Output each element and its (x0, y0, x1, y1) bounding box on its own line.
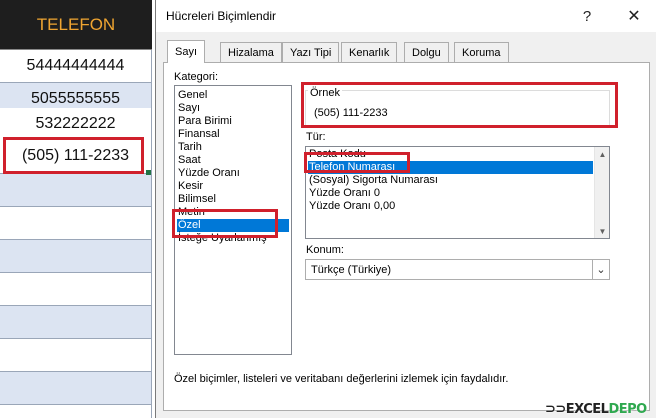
format-cells-dialog: Hücreleri Biçimlendir ? ✕ Sayı Hizalama … (155, 0, 656, 418)
category-item-istege-uyarlanmis[interactable]: İsteğe Uyarlanmış (177, 232, 289, 245)
type-item-posta-kodu[interactable]: Posta Kodu (308, 148, 593, 161)
cell-row-9[interactable] (0, 306, 152, 339)
cell-row-8[interactable] (0, 273, 152, 306)
spreadsheet-column: TELEFON 54444444444 5055555555 532222222… (0, 0, 152, 418)
tab-sayi[interactable]: Sayı (167, 40, 206, 63)
chevron-down-icon[interactable]: ⌄ (592, 260, 609, 279)
help-icon[interactable]: ? (576, 5, 598, 27)
type-item-yuzde-0-00[interactable]: Yüzde Oranı 0,00 (308, 200, 593, 213)
tab-yazi-tipi[interactable]: Yazı Tipi (282, 42, 340, 62)
category-item-ozel[interactable]: Özel (177, 219, 289, 232)
tab-koruma[interactable]: Koruma (454, 42, 509, 62)
cell-row-5[interactable] (0, 174, 152, 207)
dialog-title: Hücreleri Biçimlendir (166, 9, 277, 23)
cell-row-3[interactable]: 532222222 (0, 108, 152, 141)
cell-row-10[interactable] (0, 339, 152, 372)
cell-row-1[interactable]: 54444444444 (0, 50, 152, 83)
description-text: Özel biçimler, listeleri ve veritabanı d… (174, 373, 509, 385)
category-item-para-birimi[interactable]: Para Birimi (177, 115, 289, 128)
category-item-yuzde[interactable]: Yüzde Oranı (177, 167, 289, 180)
title-bar[interactable]: Hücreleri Biçimlendir ? ✕ (156, 0, 656, 32)
category-listbox[interactable]: Genel Sayı Para Birimi Finansal Tarih Sa… (174, 85, 292, 355)
close-icon[interactable]: ✕ (623, 5, 645, 27)
chevron-down-icon[interactable]: ▼ (595, 224, 610, 238)
cell-row-11[interactable] (0, 372, 152, 405)
type-item-yuzde-0[interactable]: Yüzde Oranı 0 (308, 187, 593, 200)
type-listbox[interactable]: Posta Kodu Telefon Numarası (Sosyal) Sig… (305, 146, 610, 239)
category-item-genel[interactable]: Genel (177, 89, 289, 102)
category-item-tarih[interactable]: Tarih (177, 141, 289, 154)
locale-label: Konum: (306, 244, 344, 256)
category-label: Kategori: (174, 71, 219, 83)
category-item-saat[interactable]: Saat (177, 154, 289, 167)
watermark-logo: ⊃⊃EXCELDEPO (545, 401, 647, 417)
tab-dolgu[interactable]: Dolgu (404, 42, 449, 62)
type-label: Tür: (306, 131, 326, 143)
locale-dropdown[interactable]: Türkçe (Türkiye) ⌄ (305, 259, 610, 280)
type-item-telefon-numarasi[interactable]: Telefon Numarası (308, 161, 593, 174)
category-item-sayi[interactable]: Sayı (177, 102, 289, 115)
cell-row-7[interactable] (0, 240, 152, 273)
cell-row-4[interactable]: (505) 111-2233 (0, 138, 152, 174)
sample-label: Örnek (308, 87, 342, 99)
category-item-metin[interactable]: Metin (177, 206, 289, 219)
type-scrollbar[interactable]: ▲ ▼ (594, 147, 609, 238)
chevron-up-icon[interactable]: ▲ (595, 147, 610, 161)
column-header[interactable]: TELEFON (0, 0, 152, 50)
cell-row-12[interactable] (0, 405, 152, 418)
tab-hizalama[interactable]: Hizalama (220, 42, 282, 62)
cell-row-6[interactable] (0, 207, 152, 240)
tab-kenarlik[interactable]: Kenarlık (341, 42, 398, 62)
category-item-bilimsel[interactable]: Bilimsel (177, 193, 289, 206)
fill-handle[interactable] (146, 170, 151, 175)
category-item-kesir[interactable]: Kesir (177, 180, 289, 193)
sample-value: (505) 111-2233 (314, 107, 388, 119)
locale-value: Türkçe (Türkiye) (311, 263, 392, 276)
category-item-finansal[interactable]: Finansal (177, 128, 289, 141)
type-item-sigorta-numarasi[interactable]: (Sosyal) Sigorta Numarası (308, 174, 593, 187)
